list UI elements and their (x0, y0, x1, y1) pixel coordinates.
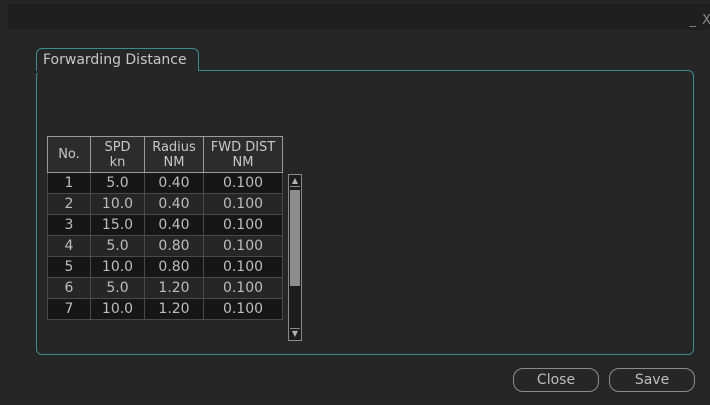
table-row[interactable]: 1 5.0 0.40 0.100 (47, 172, 283, 194)
table-scrollbar[interactable]: ▲ ▼ (288, 174, 302, 341)
cell-fwd-dist: 0.100 (203, 172, 283, 194)
scroll-up-arrow-icon[interactable]: ▲ (290, 176, 300, 187)
table-row[interactable]: 5 10.0 0.80 0.100 (47, 256, 283, 278)
cell-radius: 0.40 (144, 214, 204, 236)
cell-fwd-dist: 0.100 (203, 256, 283, 278)
cell-no: 4 (47, 235, 91, 257)
cell-radius: 0.40 (144, 193, 204, 215)
table-row[interactable]: 6 5.0 1.20 0.100 (47, 277, 283, 299)
close-button[interactable]: Close (513, 368, 599, 392)
cell-spd: 10.0 (90, 298, 145, 320)
cell-spd: 5.0 (90, 172, 145, 194)
cell-spd: 10.0 (90, 256, 145, 278)
distance-table: No. SPD kn Radius NM FWD DIST NM 1 5.0 0.40… (47, 136, 283, 320)
table-row[interactable]: 4 5.0 0.80 0.100 (47, 235, 283, 257)
header-no: No. (47, 136, 91, 173)
forwarding-distance-window: _ X Forwarding Distance No. SPD kn Radius… (0, 0, 710, 405)
cell-no: 7 (47, 298, 91, 320)
cell-no: 6 (47, 277, 91, 299)
cell-spd: 15.0 (90, 214, 145, 236)
cell-no: 3 (47, 214, 91, 236)
cell-radius: 0.80 (144, 256, 204, 278)
save-button[interactable]: Save (609, 368, 695, 392)
cell-fwd-dist: 0.100 (203, 298, 283, 320)
header-radius: Radius NM (144, 136, 204, 173)
scrollbar-thumb[interactable] (290, 190, 300, 286)
table-row[interactable]: 2 10.0 0.40 0.100 (47, 193, 283, 215)
table-header-row: No. SPD kn Radius NM FWD DIST NM (47, 136, 283, 173)
header-fwd-dist: FWD DIST NM (203, 136, 283, 173)
header-spd: SPD kn (90, 136, 145, 173)
cell-radius: 0.40 (144, 172, 204, 194)
table-row[interactable]: 3 15.0 0.40 0.100 (47, 214, 283, 236)
cell-no: 5 (47, 256, 91, 278)
tab-forwarding-distance[interactable]: Forwarding Distance (36, 48, 199, 73)
cell-spd: 5.0 (90, 235, 145, 257)
cell-fwd-dist: 0.100 (203, 235, 283, 257)
cell-radius: 1.20 (144, 277, 204, 299)
cell-spd: 5.0 (90, 277, 145, 299)
cell-no: 2 (47, 193, 91, 215)
window-controls[interactable]: _ X (689, 13, 710, 28)
cell-fwd-dist: 0.100 (203, 214, 283, 236)
cell-no: 1 (47, 172, 91, 194)
scroll-down-arrow-icon[interactable]: ▼ (290, 328, 300, 339)
cell-fwd-dist: 0.100 (203, 277, 283, 299)
cell-fwd-dist: 0.100 (203, 193, 283, 215)
cell-radius: 1.20 (144, 298, 204, 320)
cell-spd: 10.0 (90, 193, 145, 215)
table-row[interactable]: 7 10.0 1.20 0.100 (47, 298, 283, 320)
cell-radius: 0.80 (144, 235, 204, 257)
title-bar: _ X (8, 4, 710, 30)
